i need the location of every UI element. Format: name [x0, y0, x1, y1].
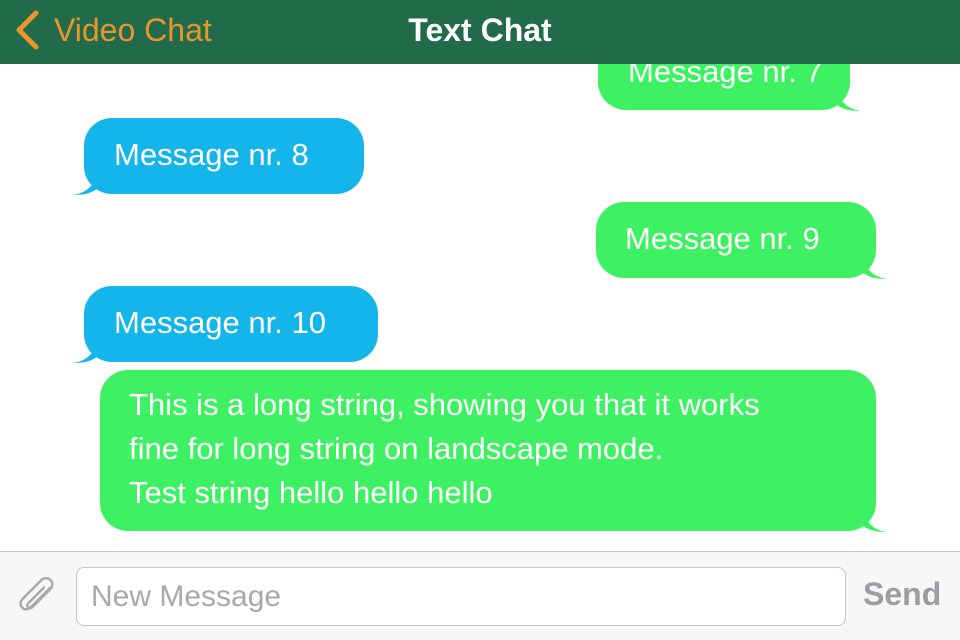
message-text-line: fine for long string on landscape mode. [129, 431, 664, 466]
page-title: Text Chat [408, 12, 552, 48]
bubble-tail [861, 506, 887, 532]
bubble-tail [73, 337, 99, 363]
message-text: Message nr. 10 [114, 305, 326, 340]
message-input[interactable] [76, 567, 846, 626]
message-text-line: Test string hello hello hello [129, 475, 493, 510]
message-bubble-outgoing: Message nr. 9 [596, 202, 887, 279]
message-bubble-outgoing: This is a long string, showing you that … [100, 370, 887, 532]
navigation-bar: Video Chat Text Chat [0, 0, 960, 64]
message-bubble-incoming: Message nr. 10 [73, 286, 378, 363]
message-bubble-incoming: Message nr. 8 [73, 118, 364, 195]
message-text: Message nr. 7 [628, 64, 823, 89]
paperclip-icon[interactable] [14, 574, 62, 622]
message-text-line: This is a long string, showing you that … [129, 387, 760, 422]
message-list[interactable]: Message nr. 7 Message nr. 8 Message nr. … [0, 64, 960, 551]
message-text: Message nr. 9 [625, 221, 820, 256]
send-button[interactable]: Send [863, 576, 941, 613]
bubble-tail [835, 85, 861, 111]
message-bubble-outgoing: Message nr. 7 [598, 64, 861, 111]
message-text: Message nr. 8 [114, 137, 309, 172]
bubble-tail [861, 253, 887, 279]
message-composer: Send [0, 551, 960, 640]
bubble-tail [73, 169, 99, 195]
